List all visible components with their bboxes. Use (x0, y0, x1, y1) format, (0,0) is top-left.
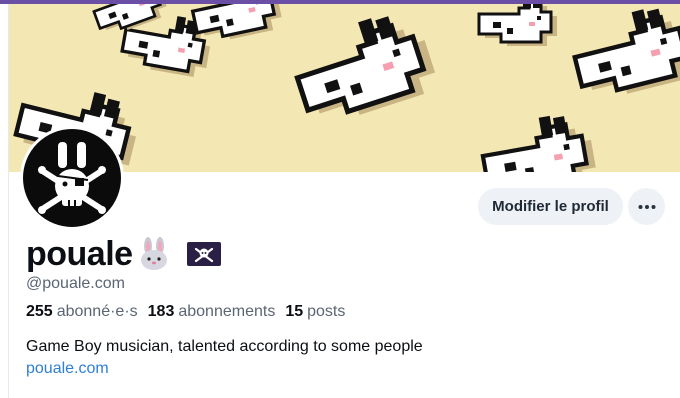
profile-link[interactable]: pouale.com (26, 360, 109, 378)
posts-count: 15 (285, 303, 304, 320)
profile-handle: @pouale.com (26, 275, 125, 292)
posts-stat: 15 posts (285, 303, 345, 321)
following-count: 183 (147, 303, 175, 320)
posts-label: posts (307, 303, 346, 320)
profile-bio: Game Boy musician, talented according to… (26, 338, 423, 355)
ellipsis-icon (638, 204, 655, 209)
following-stat[interactable]: 183 abonnements (148, 303, 276, 321)
profile-avatar[interactable] (20, 126, 124, 230)
following-label: abonnements (178, 303, 276, 320)
profile-stats: 255 abonné·e·s 183 abonnements 15 posts (26, 303, 345, 321)
rabbit-face-icon (140, 237, 167, 270)
pirate-flag-icon (186, 242, 221, 266)
followers-count: 255 (26, 303, 53, 320)
followers-label: abonné·e·s (56, 303, 138, 320)
name-row: pouale (26, 234, 221, 274)
edit-profile-button[interactable]: Modifier le profil (478, 188, 623, 225)
rabbit-skull-crossbones-icon (38, 142, 106, 214)
more-options-button[interactable] (628, 188, 665, 225)
followers-stat[interactable]: 255 abonné·e·s (26, 303, 138, 321)
display-name: pouale (26, 235, 133, 273)
